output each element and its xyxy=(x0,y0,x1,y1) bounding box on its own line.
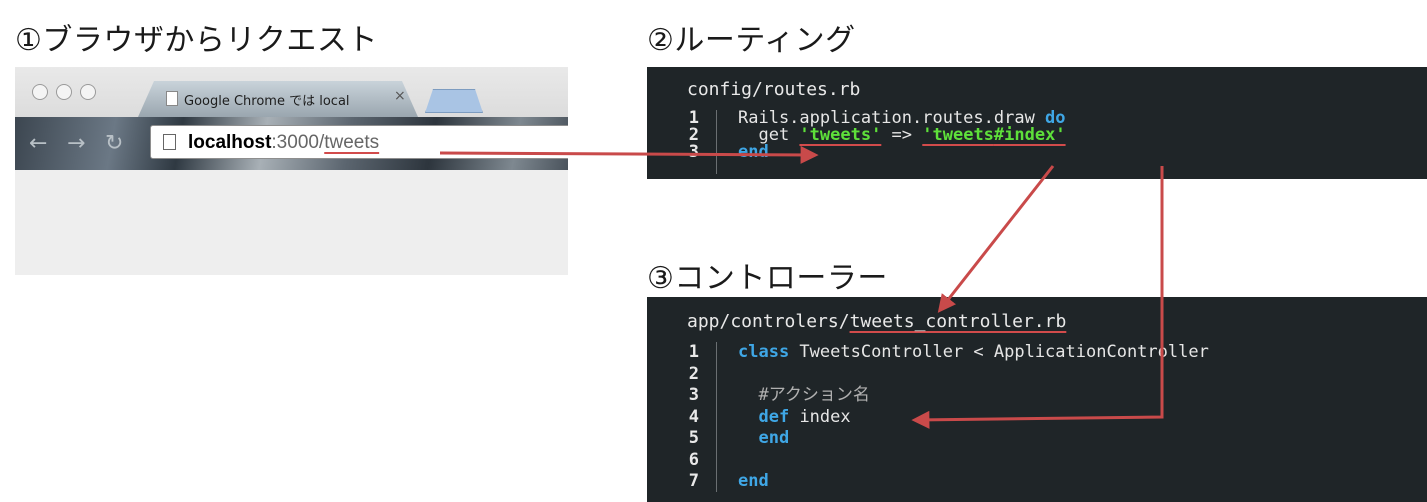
line-number: 7 xyxy=(688,471,699,491)
page-icon xyxy=(166,91,178,106)
code-token: end xyxy=(758,428,790,448)
arrow-routes-to-controller xyxy=(937,165,1055,313)
code-line: 3 #アクション名 xyxy=(647,387,1427,404)
tab-title: Google Chrome では local xyxy=(184,94,350,109)
code-line: 1 class TweetsController < ApplicationCon… xyxy=(647,344,1427,361)
code-text: def index xyxy=(738,406,851,427)
line-number: 4 xyxy=(688,406,699,427)
routes-code-panel: config/routes.rb 1 Rails.application.rout… xyxy=(647,67,1427,179)
window-close-icon[interactable] xyxy=(32,84,48,100)
window-minimize-icon[interactable] xyxy=(56,84,72,100)
new-tab-button[interactable] xyxy=(425,89,483,113)
step2-heading: ②ルーティング xyxy=(647,23,856,58)
reload-icon[interactable]: ↻ xyxy=(105,131,123,156)
code-line: 5 end xyxy=(647,430,1427,447)
code-line: 3 end xyxy=(647,144,1427,161)
code-text: get 'tweets' => 'tweets#index' xyxy=(738,125,1066,145)
browser-tab[interactable]: Google Chrome では local × xyxy=(138,81,418,117)
code-text: class TweetsController < ApplicationCont… xyxy=(738,344,1209,361)
step3-heading: ③コントローラー xyxy=(647,261,888,296)
forward-icon[interactable]: → xyxy=(67,131,85,156)
url-path: tweets xyxy=(324,132,380,153)
address-bar[interactable]: localhost:3000/tweets xyxy=(150,125,568,159)
code-token: index xyxy=(789,406,851,427)
code-token: => xyxy=(881,125,923,145)
controller-code-panel: app/controlers/tweets_controller.rb 1 cla… xyxy=(647,297,1427,502)
line-number: 3 xyxy=(688,385,699,405)
code-token: def xyxy=(758,406,790,427)
code-token: end xyxy=(738,471,769,491)
code-token: #index' xyxy=(993,125,1066,145)
line-number: 3 xyxy=(688,142,699,162)
browser-window: Google Chrome では local × ← → ↻ localhost… xyxy=(15,67,568,275)
browser-tab-bar: Google Chrome では local × xyxy=(15,67,568,117)
browser-toolbar: ← → ↻ localhost:3000/tweets xyxy=(15,117,568,170)
line-number: 1 xyxy=(688,342,699,362)
code-line: 4 def index xyxy=(647,406,1427,427)
code-text: #アクション名 xyxy=(738,385,870,405)
window-maximize-icon[interactable] xyxy=(80,84,96,100)
code-token: #アクション名 xyxy=(738,385,870,405)
code-token: end xyxy=(738,142,769,162)
code-token: class xyxy=(738,342,790,362)
controller-filename-underlined: tweets_controller.rb xyxy=(849,311,1067,332)
routes-filename: config/routes.rb xyxy=(687,79,861,100)
step1-heading: ①ブラウザからリクエスト xyxy=(15,23,378,58)
code-token: 'tweets xyxy=(922,125,994,145)
address-bar-url: localhost:3000/tweets xyxy=(188,132,380,153)
code-token: TweetsController < ApplicationController xyxy=(789,342,1209,362)
code-text: end xyxy=(738,144,769,161)
line-number: 6 xyxy=(688,449,699,470)
tab-close-icon[interactable]: × xyxy=(394,88,406,104)
code-line: 2 xyxy=(647,363,1427,384)
code-text: end xyxy=(738,473,769,490)
code-token: 'tweets' xyxy=(799,125,882,145)
code-text: end xyxy=(738,430,789,447)
code-line: 7 end xyxy=(647,473,1427,490)
line-number: 2 xyxy=(688,363,699,384)
page-icon xyxy=(163,134,176,150)
code-line: 6 xyxy=(647,449,1427,470)
back-icon[interactable]: ← xyxy=(29,131,47,156)
controller-filename: app/controlers/tweets_controller.rb xyxy=(687,311,1067,332)
line-number: 5 xyxy=(688,428,699,448)
